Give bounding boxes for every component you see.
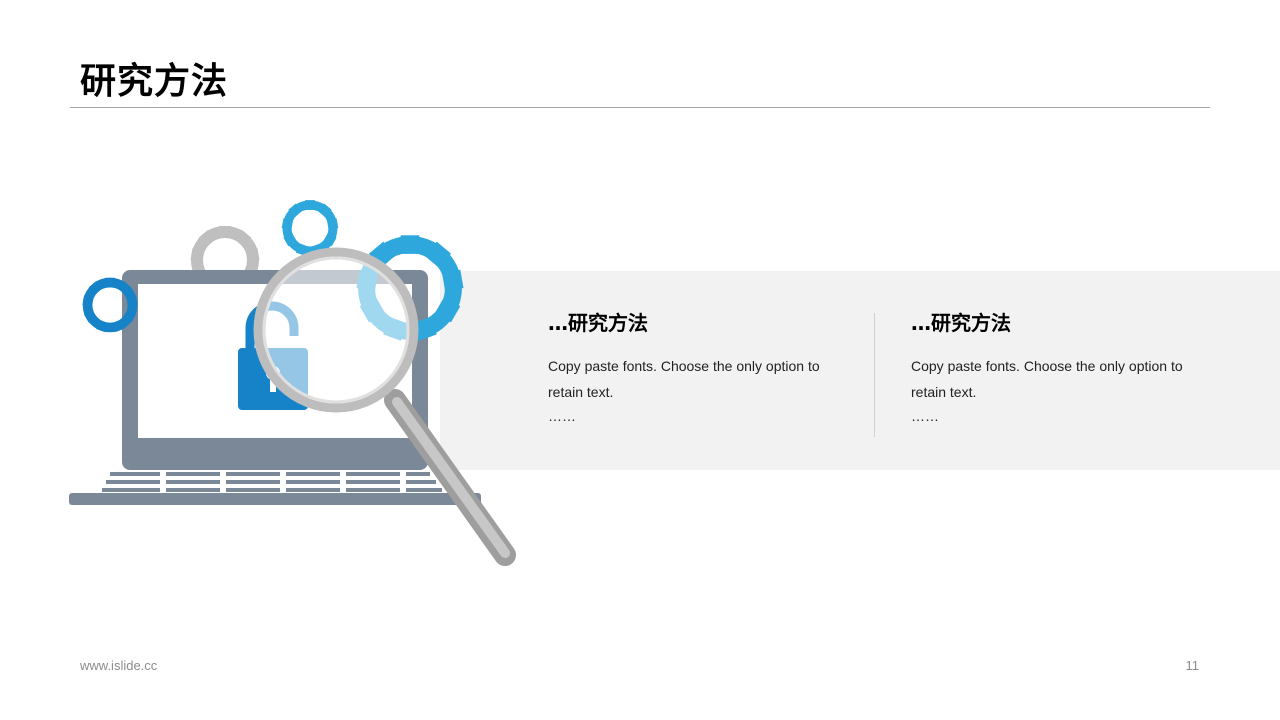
column-divider (874, 313, 875, 437)
column-ellipsis: …… (911, 408, 939, 424)
method-column-2: …研究方法 Copy paste fonts. Choose the only … (911, 309, 1211, 425)
slide: 研究方法 …研究方法 Copy paste fonts. Choose the … (0, 0, 1280, 720)
page-number: 11 (1185, 658, 1200, 673)
security-illustration (69, 200, 516, 566)
title-underline (70, 107, 1210, 108)
method-column-1: …研究方法 Copy paste fonts. Choose the only … (548, 309, 848, 425)
column-heading: …研究方法 (911, 311, 1011, 335)
column-heading: …研究方法 (548, 311, 648, 335)
page-title: 研究方法 (80, 61, 229, 102)
footer-url[interactable]: www.islide.cc (80, 658, 157, 673)
gear-icon (82, 277, 138, 333)
column-body: Copy paste fonts. Choose the only option… (548, 358, 820, 400)
column-body: Copy paste fonts. Choose the only option… (911, 358, 1183, 400)
column-ellipsis: …… (548, 408, 576, 424)
gear-icon (281, 200, 339, 256)
